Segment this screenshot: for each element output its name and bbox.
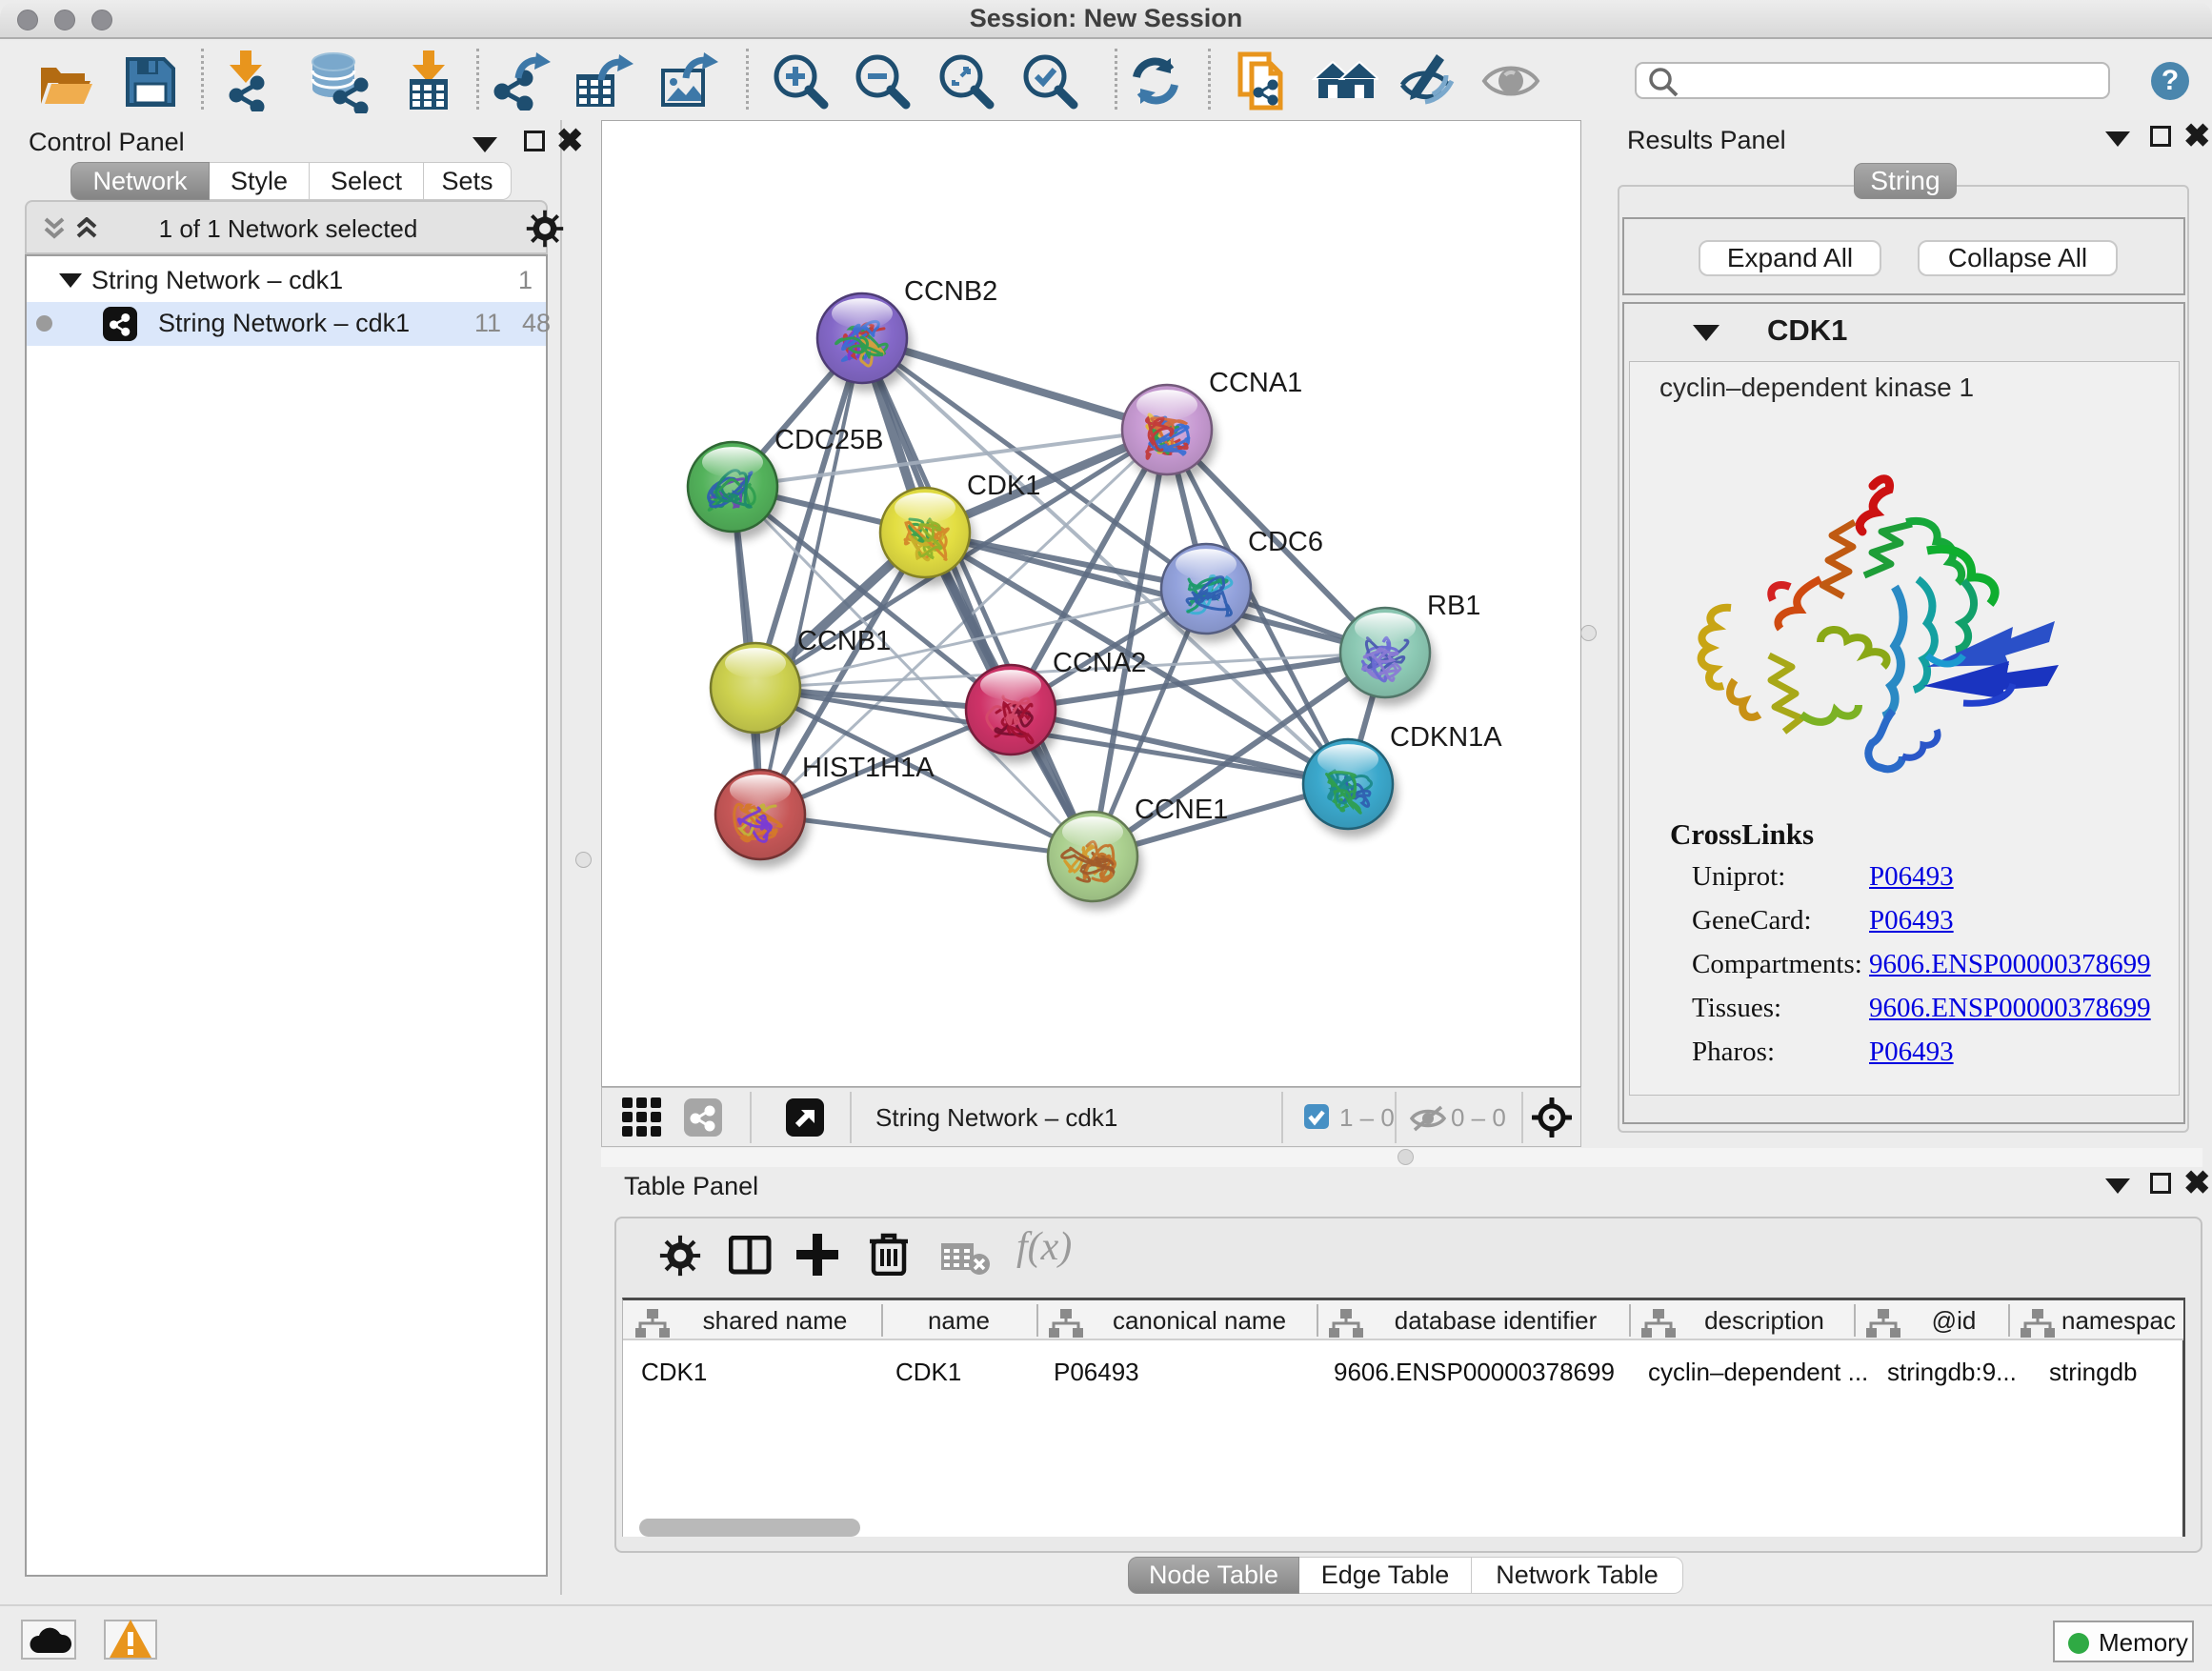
svg-text:CDC6: CDC6 (1248, 527, 1323, 557)
svg-text:CCNB2: CCNB2 (904, 276, 997, 307)
svg-text:?: ? (2162, 65, 2179, 96)
svg-text:CDC25B: CDC25B (774, 425, 883, 455)
svg-text:CCNA1: CCNA1 (1209, 368, 1302, 398)
svg-text:CCNB1: CCNB1 (797, 626, 891, 656)
svg-text:RB1: RB1 (1427, 591, 1480, 621)
svg-text:CCNA2: CCNA2 (1053, 648, 1146, 678)
svg-text:CDK1: CDK1 (967, 471, 1040, 501)
svg-text:CDKN1A: CDKN1A (1390, 722, 1502, 753)
svg-text:CCNE1: CCNE1 (1135, 795, 1228, 825)
svg-text:HIST1H1A: HIST1H1A (802, 753, 935, 783)
